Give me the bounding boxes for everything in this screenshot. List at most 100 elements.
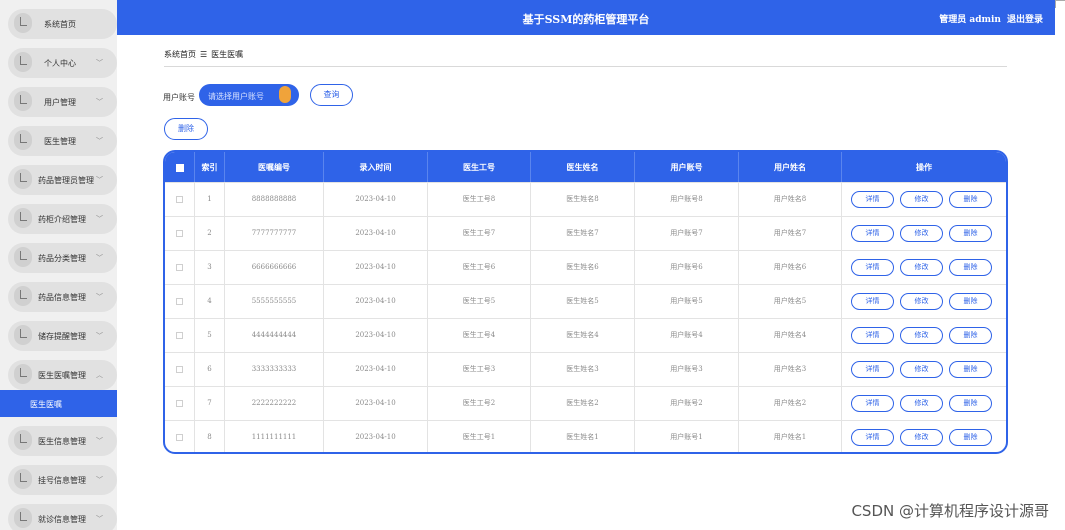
cell-code: 5555555555 bbox=[225, 285, 324, 318]
menu-bullet-icon bbox=[14, 286, 32, 306]
sidebar-item[interactable]: 用户管理 ﹀ bbox=[8, 87, 117, 117]
cell-doc-name: 医生姓名2 bbox=[531, 387, 635, 420]
cell-code: 2222222222 bbox=[225, 387, 324, 420]
sidebar-item[interactable]: 医生医嘱管理 ︿ bbox=[8, 360, 117, 390]
batch-delete-button[interactable]: 删除 bbox=[164, 118, 208, 140]
cell-user-acc: 用户账号2 bbox=[635, 387, 739, 420]
detail-button[interactable]: 详情 bbox=[851, 293, 894, 310]
cell-doc-name: 医生姓名7 bbox=[531, 217, 635, 250]
cell-code: 6666666666 bbox=[225, 251, 324, 284]
row-checkbox[interactable] bbox=[165, 217, 195, 250]
cell-doc-no: 医生工号8 bbox=[428, 183, 531, 216]
menu-bullet-icon bbox=[14, 430, 32, 450]
chevron-icon: ﹀ bbox=[96, 176, 103, 184]
sidebar-subitem-doctor-orders[interactable]: 医生医嘱 bbox=[0, 390, 117, 417]
cell-index: 6 bbox=[195, 353, 225, 386]
cell-user-name: 用户姓名2 bbox=[739, 387, 842, 420]
table-header: 索引 医嘱编号 录入时间 医生工号 医生姓名 用户账号 用户姓名 操作 bbox=[165, 152, 1006, 182]
menu-bullet-icon bbox=[14, 52, 32, 72]
user-account-select[interactable]: 请选择用户账号 bbox=[199, 84, 299, 106]
delete-button[interactable]: 删除 bbox=[949, 429, 992, 446]
row-checkbox[interactable] bbox=[165, 183, 195, 216]
edit-button[interactable]: 修改 bbox=[900, 225, 943, 242]
cell-time: 2023-04-10 bbox=[324, 285, 428, 318]
sidebar-item[interactable]: 个人中心 ﹀ bbox=[8, 48, 117, 78]
breadcrumb-home[interactable]: 系统首页 bbox=[164, 50, 196, 59]
cell-actions: 详情 修改 删除 bbox=[842, 183, 1006, 216]
table-row: 8 1111111111 2023-04-10 医生工号1 医生姓名1 用户账号1 用户姓名… bbox=[165, 420, 1006, 452]
edit-button[interactable]: 修改 bbox=[900, 191, 943, 208]
row-checkbox[interactable] bbox=[165, 251, 195, 284]
row-checkbox[interactable] bbox=[165, 387, 195, 420]
breadcrumb-current: 医生医嘱 bbox=[211, 50, 244, 59]
edit-button[interactable]: 修改 bbox=[900, 429, 943, 446]
sidebar-item[interactable]: 医生信息管理 ﹀ bbox=[8, 426, 117, 456]
cell-doc-no: 医生工号4 bbox=[428, 319, 531, 352]
watermark: CSDN @计算机程序设计源哥 bbox=[851, 502, 1049, 520]
cell-time: 2023-04-10 bbox=[324, 319, 428, 352]
sidebar-item-label: 就诊信息管理 bbox=[38, 515, 86, 524]
delete-button[interactable]: 删除 bbox=[949, 191, 992, 208]
edit-button[interactable]: 修改 bbox=[900, 395, 943, 412]
menu-bullet-icon bbox=[14, 13, 32, 33]
cell-code: 4444444444 bbox=[225, 319, 324, 352]
edit-button[interactable]: 修改 bbox=[900, 293, 943, 310]
sidebar-item[interactable]: 药品信息管理 ﹀ bbox=[8, 282, 117, 312]
cell-code: 3333333333 bbox=[225, 353, 324, 386]
cell-user-name: 用户姓名4 bbox=[739, 319, 842, 352]
sidebar-item[interactable]: 医生管理 ﹀ bbox=[8, 126, 117, 156]
orders-table: 索引 医嘱编号 录入时间 医生工号 医生姓名 用户账号 用户姓名 操作 1 8888888888… bbox=[163, 150, 1008, 454]
cell-time: 2023-04-10 bbox=[324, 353, 428, 386]
sidebar-item[interactable]: 挂号信息管理 ﹀ bbox=[8, 465, 117, 495]
menu-bullet-icon bbox=[14, 247, 32, 267]
logout-link[interactable]: 退出登录 bbox=[1007, 15, 1043, 25]
delete-button[interactable]: 删除 bbox=[949, 225, 992, 242]
sidebar-item[interactable]: 储存提醒管理 ﹀ bbox=[8, 321, 117, 351]
delete-button[interactable]: 删除 bbox=[949, 395, 992, 412]
column-header: 录入时间 bbox=[324, 152, 428, 182]
cell-index: 2 bbox=[195, 217, 225, 250]
delete-button[interactable]: 删除 bbox=[949, 361, 992, 378]
edit-button[interactable]: 修改 bbox=[900, 361, 943, 378]
sidebar-item[interactable]: 药柜介绍管理 ﹀ bbox=[8, 204, 117, 234]
chevron-icon: ﹀ bbox=[96, 476, 103, 484]
row-checkbox[interactable] bbox=[165, 353, 195, 386]
breadcrumb: 系统首页 ☰ 医生医嘱 bbox=[164, 49, 243, 60]
row-checkbox[interactable] bbox=[165, 421, 195, 452]
cell-doc-name: 医生姓名5 bbox=[531, 285, 635, 318]
row-checkbox[interactable] bbox=[165, 285, 195, 318]
cell-index: 5 bbox=[195, 319, 225, 352]
detail-button[interactable]: 详情 bbox=[851, 395, 894, 412]
detail-button[interactable]: 详情 bbox=[851, 191, 894, 208]
delete-button[interactable]: 删除 bbox=[949, 293, 992, 310]
edit-button[interactable]: 修改 bbox=[900, 327, 943, 344]
cell-actions: 详情 修改 删除 bbox=[842, 353, 1006, 386]
sidebar-item[interactable]: 药品分类管理 ﹀ bbox=[8, 243, 117, 273]
edit-button[interactable]: 修改 bbox=[900, 259, 943, 276]
detail-button[interactable]: 详情 bbox=[851, 327, 894, 344]
select-all-checkbox[interactable] bbox=[165, 152, 195, 182]
breadcrumb-separator-icon: ☰ bbox=[200, 50, 208, 59]
delete-button[interactable]: 删除 bbox=[949, 327, 992, 344]
admin-user-label: 管理员 admin bbox=[939, 15, 1001, 25]
detail-button[interactable]: 详情 bbox=[851, 429, 894, 446]
chevron-icon: ﹀ bbox=[96, 215, 103, 223]
sidebar-item[interactable]: 系统首页 bbox=[8, 9, 117, 39]
cell-time: 2023-04-10 bbox=[324, 387, 428, 420]
row-checkbox[interactable] bbox=[165, 319, 195, 352]
chevron-icon: ﹀ bbox=[96, 137, 103, 145]
cell-user-name: 用户姓名6 bbox=[739, 251, 842, 284]
sidebar-item[interactable]: 药品管理员管理 ﹀ bbox=[8, 165, 117, 195]
detail-button[interactable]: 详情 bbox=[851, 225, 894, 242]
detail-button[interactable]: 详情 bbox=[851, 361, 894, 378]
sidebar-item[interactable]: 就诊信息管理 ﹀ bbox=[8, 504, 117, 530]
cell-doc-no: 医生工号3 bbox=[428, 353, 531, 386]
table-row: 5 4444444444 2023-04-10 医生工号4 医生姓名4 用户账号4 用户姓名… bbox=[165, 318, 1006, 352]
delete-button[interactable]: 删除 bbox=[949, 259, 992, 276]
sidebar-item-label: 药品分类管理 bbox=[38, 254, 86, 263]
query-button[interactable]: 查询 bbox=[310, 84, 353, 106]
detail-button[interactable]: 详情 bbox=[851, 259, 894, 276]
column-header: 用户账号 bbox=[635, 152, 739, 182]
menu-bullet-icon bbox=[14, 208, 32, 228]
table-row: 6 3333333333 2023-04-10 医生工号3 医生姓名3 用户账号3 用户姓名… bbox=[165, 352, 1006, 386]
